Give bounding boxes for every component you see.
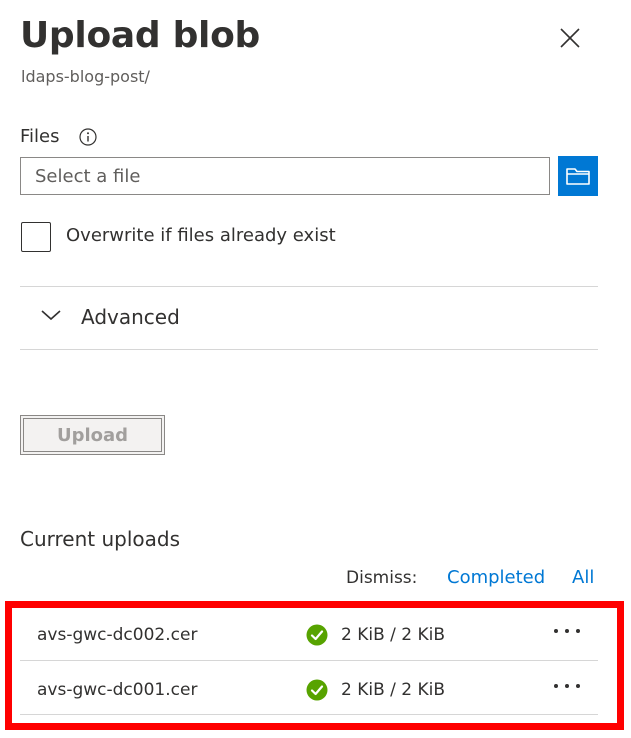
dismiss-label: Dismiss: (346, 568, 418, 588)
highlight-box (5, 601, 624, 730)
file-select-input[interactable] (20, 157, 550, 195)
overwrite-checkbox[interactable] (21, 222, 51, 252)
upload-button[interactable]: Upload (20, 415, 165, 455)
panel-title: Upload blob (20, 15, 260, 56)
advanced-label: Advanced (81, 305, 180, 329)
chevron-down-icon (41, 310, 61, 321)
dismiss-all-link[interactable]: All (572, 567, 594, 589)
divider (20, 286, 598, 287)
overwrite-label: Overwrite if files already exist (66, 225, 336, 246)
close-button[interactable] (552, 20, 588, 56)
dismiss-completed-link[interactable]: Completed (447, 567, 545, 589)
browse-files-button[interactable] (558, 156, 598, 196)
upload-button-label: Upload (23, 418, 162, 452)
info-icon[interactable] (79, 128, 97, 146)
panel-subtitle: ldaps-blog-post/ (21, 67, 150, 86)
divider (20, 349, 598, 350)
folder-icon (566, 168, 590, 185)
files-label: Files (20, 126, 60, 147)
current-uploads-title: Current uploads (20, 527, 181, 551)
close-icon (560, 28, 580, 48)
